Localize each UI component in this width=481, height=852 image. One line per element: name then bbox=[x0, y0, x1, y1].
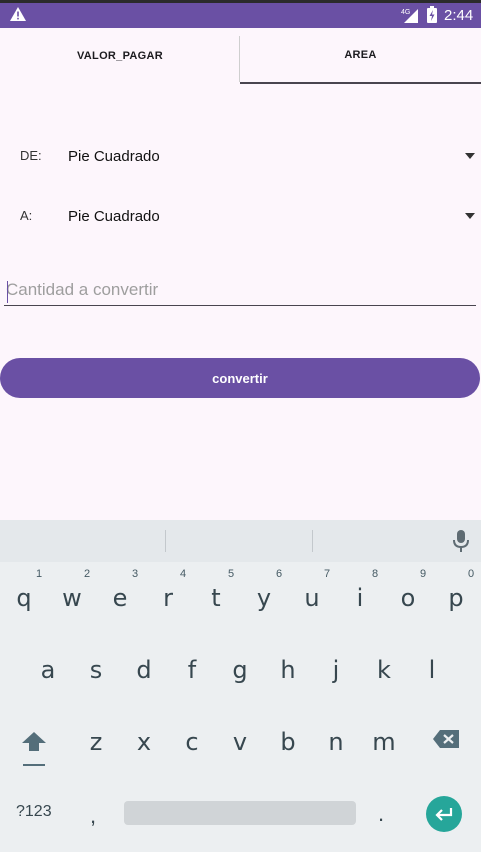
warning-icon bbox=[10, 7, 26, 21]
to-dropdown-arrow-icon[interactable] bbox=[465, 213, 475, 219]
key-hint: 8 bbox=[372, 568, 379, 580]
soft-keyboard: 1 q 2 w 3 e 4 r 5 t 6 y 7 u 8 i 9 o 0 p … bbox=[0, 520, 481, 852]
tab-area[interactable]: AREA bbox=[240, 28, 481, 84]
amount-input[interactable] bbox=[4, 276, 476, 304]
key-h[interactable]: h bbox=[268, 656, 308, 684]
key-j[interactable]: j bbox=[316, 656, 356, 684]
key-p[interactable]: p bbox=[436, 584, 476, 612]
space-key[interactable] bbox=[124, 801, 356, 825]
key-e[interactable]: e bbox=[100, 584, 140, 612]
key-u[interactable]: u bbox=[292, 584, 332, 612]
key-l[interactable]: l bbox=[412, 656, 452, 684]
to-unit-spinner[interactable]: Pie Cuadrado bbox=[68, 208, 160, 225]
key-o[interactable]: o bbox=[388, 584, 428, 612]
key-n[interactable]: n bbox=[316, 728, 356, 756]
key-hint: 0 bbox=[468, 568, 475, 580]
from-label: DE: bbox=[20, 148, 42, 163]
comma-key[interactable]: , bbox=[90, 803, 96, 829]
key-hint: 6 bbox=[276, 568, 283, 580]
key-w[interactable]: w bbox=[52, 584, 92, 612]
key-f[interactable]: f bbox=[172, 656, 212, 684]
suggestion-divider bbox=[165, 530, 166, 552]
convert-button[interactable]: convertir bbox=[0, 358, 480, 398]
tab-bar: VALOR_PAGAR AREA bbox=[0, 28, 481, 84]
key-x[interactable]: x bbox=[124, 728, 164, 756]
key-c[interactable]: c bbox=[172, 728, 212, 756]
key-hint: 3 bbox=[132, 568, 139, 580]
amount-field bbox=[4, 276, 476, 306]
key-z[interactable]: z bbox=[76, 728, 116, 756]
key-hint: 7 bbox=[324, 568, 331, 580]
microphone-icon[interactable] bbox=[452, 530, 470, 552]
suggestion-divider bbox=[312, 530, 313, 552]
key-hint: 9 bbox=[420, 568, 427, 580]
tab-valor-pagar[interactable]: VALOR_PAGAR bbox=[0, 28, 240, 84]
backspace-icon[interactable] bbox=[432, 729, 460, 749]
key-k[interactable]: k bbox=[364, 656, 404, 684]
key-i[interactable]: i bbox=[340, 584, 380, 612]
symbols-key[interactable]: ?123 bbox=[16, 803, 52, 821]
status-clock: 2:44 bbox=[444, 7, 474, 24]
signal-icon: 4G bbox=[401, 9, 418, 23]
key-hint: 5 bbox=[228, 568, 235, 580]
key-q[interactable]: q bbox=[4, 584, 44, 612]
key-hint: 2 bbox=[84, 568, 91, 580]
network-type-label: 4G bbox=[401, 9, 410, 16]
key-r[interactable]: r bbox=[148, 584, 188, 612]
period-key[interactable]: . bbox=[378, 801, 384, 827]
key-t[interactable]: t bbox=[196, 584, 236, 612]
key-y[interactable]: y bbox=[244, 584, 284, 612]
status-bar: 4G 2:44 bbox=[0, 0, 481, 28]
key-g[interactable]: g bbox=[220, 656, 260, 684]
key-b[interactable]: b bbox=[268, 728, 308, 756]
key-s[interactable]: s bbox=[76, 656, 116, 684]
key-d[interactable]: d bbox=[124, 656, 164, 684]
battery-charging-icon bbox=[427, 6, 437, 23]
key-v[interactable]: v bbox=[220, 728, 260, 756]
status-bar-edge bbox=[0, 0, 481, 3]
key-hint: 4 bbox=[180, 568, 187, 580]
key-m[interactable]: m bbox=[364, 728, 404, 756]
suggestion-strip bbox=[0, 520, 481, 562]
enter-key[interactable] bbox=[426, 796, 462, 832]
from-unit-spinner[interactable]: Pie Cuadrado bbox=[68, 148, 160, 165]
key-a[interactable]: a bbox=[28, 656, 68, 684]
enter-icon bbox=[435, 808, 453, 821]
to-label: A: bbox=[20, 208, 33, 223]
key-hint: 1 bbox=[36, 568, 43, 580]
shift-icon[interactable] bbox=[20, 729, 48, 769]
text-cursor bbox=[7, 281, 8, 303]
from-dropdown-arrow-icon[interactable] bbox=[465, 153, 475, 159]
